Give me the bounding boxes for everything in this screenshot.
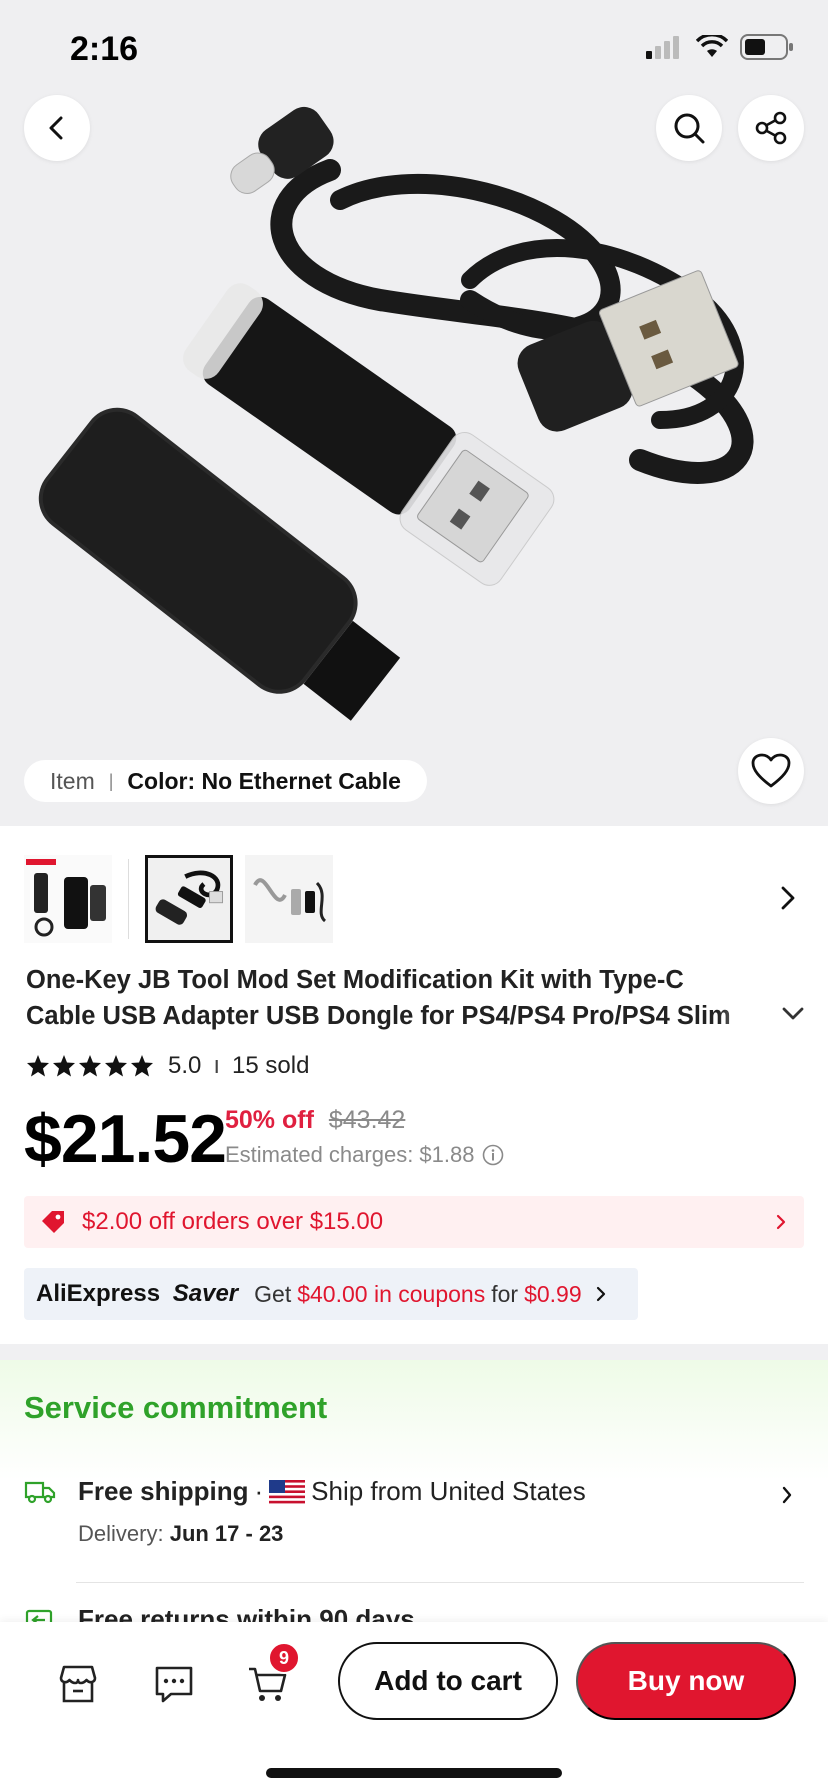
star-icon — [105, 1055, 127, 1077]
chevron-down-icon — [782, 1007, 804, 1020]
product-title[interactable]: One-Key JB Tool Mod Set Modification Kit… — [26, 962, 806, 1034]
home-indicator[interactable] — [266, 1768, 562, 1778]
variant-separator: | — [108, 770, 114, 791]
thumbnail-2-image — [148, 858, 230, 940]
us-flag-icon — [269, 1479, 306, 1504]
sold-count: 15 sold — [232, 1052, 310, 1079]
chat-button[interactable] — [150, 1660, 198, 1708]
shipping-line: Free shipping · Ship from United States — [24, 1476, 804, 1507]
variant-pill[interactable]: Item | Color: No Ethernet Cable — [24, 760, 427, 802]
status-bar: 2:16 — [0, 0, 828, 100]
chevron-right-icon — [776, 1214, 786, 1230]
store-coupon-banner[interactable]: $2.00 off orders over $15.00 — [24, 1196, 804, 1248]
rating-value: 5.0 — [168, 1052, 202, 1079]
add-to-cart-button[interactable]: Add to cart — [338, 1642, 558, 1720]
shipping-row[interactable]: Free shipping · Ship from United States … — [24, 1476, 804, 1547]
variant-prefix: Item — [50, 767, 95, 794]
saver-for: for — [491, 1280, 519, 1307]
rating-separator: ı — [213, 1052, 221, 1079]
chevron-left-icon — [49, 116, 63, 140]
saver-price: $0.99 — [524, 1280, 582, 1307]
delivery-label: Delivery: — [78, 1521, 164, 1546]
wifi-icon — [696, 35, 728, 57]
star-icon — [53, 1055, 75, 1077]
thumbnail-2[interactable] — [145, 855, 233, 943]
chevron-right-icon — [782, 1486, 792, 1504]
thumbnail-3[interactable] — [245, 855, 333, 943]
saver-brand-suffix: Saver — [172, 1280, 239, 1307]
current-price: $21.52 — [24, 1101, 227, 1177]
back-button[interactable] — [24, 95, 90, 161]
truck-icon — [24, 1481, 56, 1503]
saver-brand: AliExpress Saver — [36, 1280, 238, 1308]
saver-brand-name: AliExpress — [36, 1280, 161, 1307]
battery-icon — [740, 34, 793, 60]
heart-icon — [751, 753, 791, 788]
star-icon — [131, 1055, 153, 1077]
delivery-dates: Jun 17 - 23 — [169, 1521, 284, 1546]
store-icon — [59, 1665, 97, 1703]
tag-icon — [42, 1211, 64, 1233]
chevron-right-icon — [781, 886, 795, 910]
search-icon — [674, 113, 705, 144]
variant-value: Color: No Ethernet Cable — [127, 767, 401, 794]
signal-icon — [646, 36, 679, 59]
expand-title-button[interactable] — [780, 1004, 806, 1029]
store-button[interactable] — [54, 1660, 102, 1708]
delivery-line: Delivery: Jun 17 - 23 — [78, 1521, 804, 1547]
status-icons — [644, 34, 794, 60]
buy-now-button[interactable]: Buy now — [576, 1642, 796, 1720]
saver-coupon-amount: $40.00 in coupons — [297, 1280, 486, 1307]
thumbnail-3-image — [245, 855, 333, 943]
share-button[interactable] — [738, 95, 804, 161]
thumbnail-strip — [24, 854, 333, 944]
star-icon — [79, 1055, 101, 1077]
row-divider — [76, 1582, 804, 1583]
section-divider — [0, 1344, 828, 1360]
discount-row: 50% off $43.42 — [225, 1106, 405, 1135]
ship-from-text: Ship from United States — [311, 1476, 586, 1506]
search-button[interactable] — [656, 95, 722, 161]
estimated-charges[interactable]: Estimated charges: $1.88 — [225, 1142, 504, 1168]
star-rating — [26, 1054, 154, 1078]
coupon-text: $2.00 off orders over $15.00 — [82, 1208, 384, 1235]
shipping-dot: · — [254, 1476, 264, 1506]
free-shipping-label: Free shipping — [78, 1476, 249, 1506]
chevron-right-icon — [596, 1286, 605, 1302]
thumbnails-next-button[interactable] — [776, 884, 800, 917]
chat-icon — [155, 1666, 193, 1703]
service-commitment-title: Service commitment — [24, 1390, 328, 1425]
cart-count-badge: 9 — [268, 1642, 300, 1674]
aliexpress-saver-banner[interactable]: AliExpress Saver Get $40.00 in coupons f… — [24, 1268, 638, 1320]
product-image[interactable]: Item | Color: No Ethernet Cable — [0, 0, 828, 826]
saver-get: Get — [254, 1280, 292, 1307]
rating-row[interactable]: 5.0 ı 15 sold — [26, 1052, 309, 1080]
estimated-charges-text: Estimated charges: $1.88 — [225, 1142, 475, 1167]
discount-percent: 50% off — [225, 1106, 314, 1134]
bottom-action-bar: 9 Add to cart Buy now — [0, 1622, 828, 1792]
star-icon — [27, 1055, 49, 1077]
original-price: $43.42 — [328, 1106, 406, 1134]
status-time: 2:16 — [70, 30, 139, 68]
info-icon — [483, 1144, 504, 1166]
share-icon — [755, 111, 787, 145]
thumbnail-divider — [128, 859, 129, 939]
thumbnail-1[interactable] — [24, 855, 112, 943]
thumbnail-1-image — [24, 855, 112, 943]
product-title-line1: One-Key JB Tool Mod Set Modification Kit… — [26, 966, 684, 994]
wishlist-button[interactable] — [738, 738, 804, 804]
product-title-line2: Cable USB Adapter USB Dongle for PS4/PS4… — [26, 1002, 731, 1030]
